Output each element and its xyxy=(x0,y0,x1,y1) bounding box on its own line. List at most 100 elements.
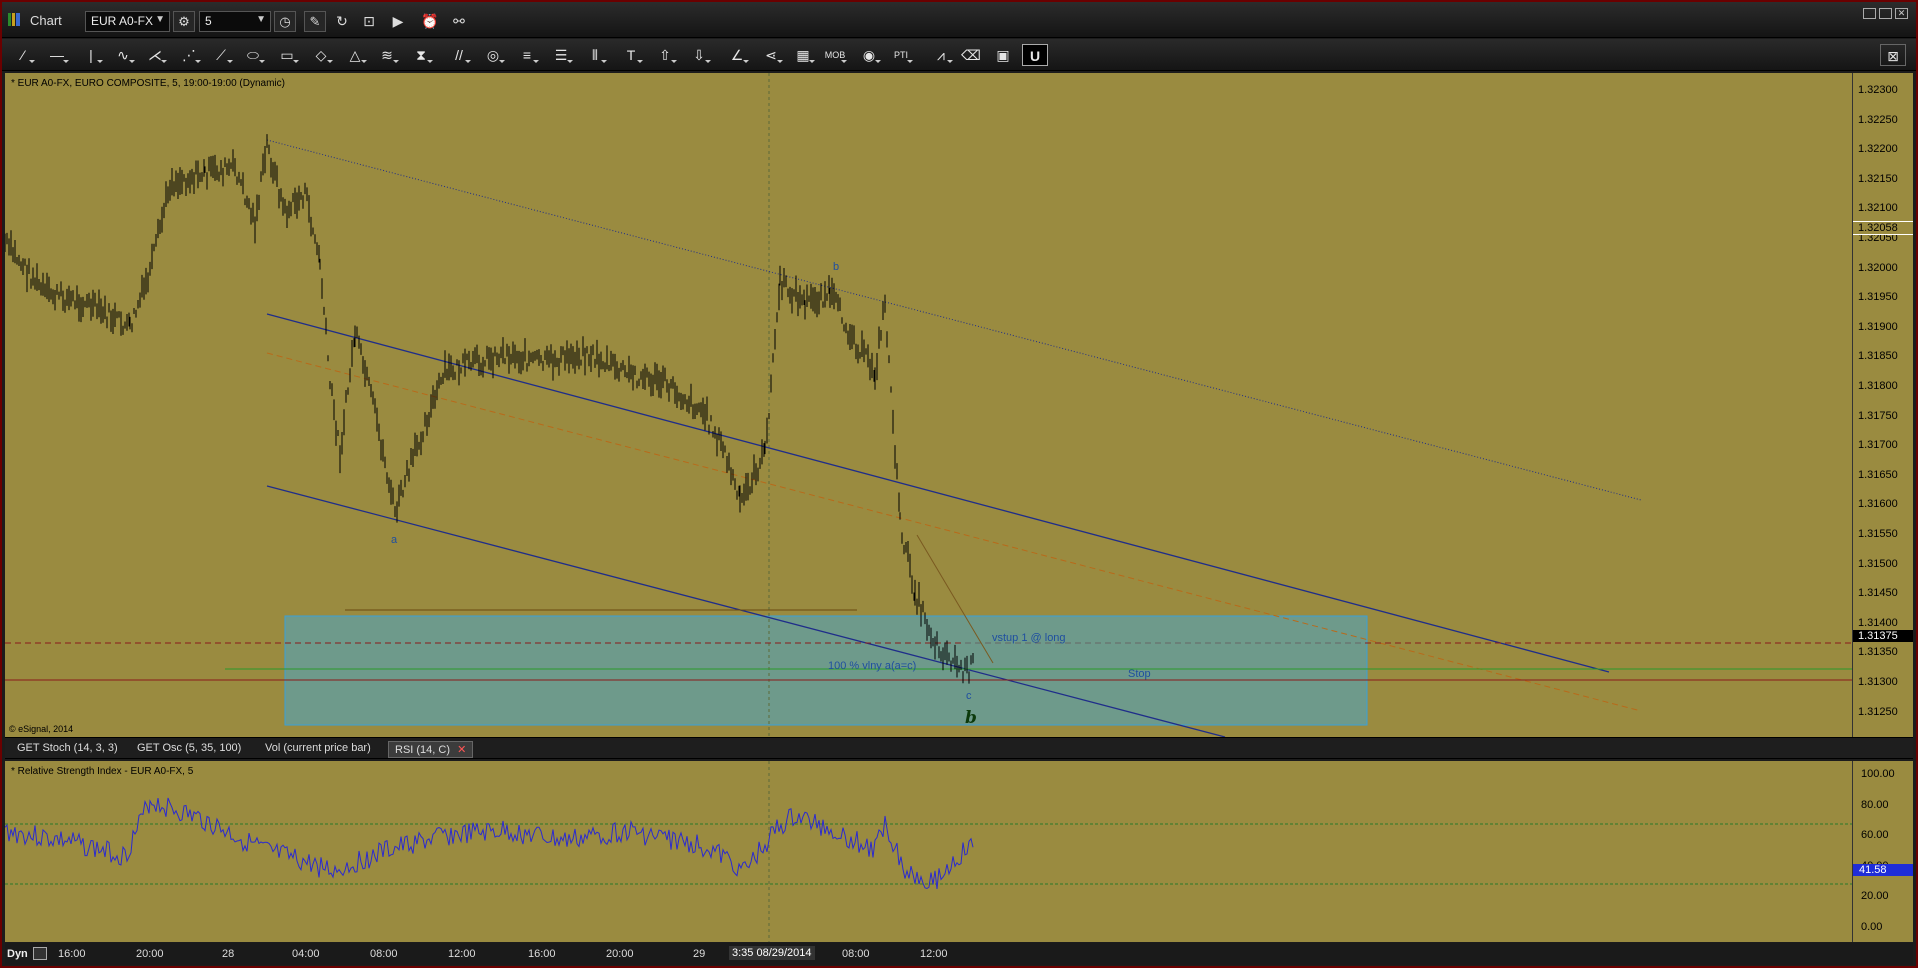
ellipse-tool-icon[interactable]: ⬭ xyxy=(240,44,266,66)
alert-icon[interactable]: ⏰ xyxy=(419,11,441,32)
chevron-down-icon[interactable]: ▼ xyxy=(256,14,266,25)
symbol-value: EUR A0-FX xyxy=(91,14,154,28)
price-marker-current: 1.31375 xyxy=(1853,630,1913,642)
price-tick-label: 1.32200 xyxy=(1858,143,1898,156)
price-tick-label: 1.31500 xyxy=(1858,557,1898,570)
settings-icon[interactable]: ⚙ xyxy=(173,11,195,32)
mob-tool-icon[interactable]: MOB xyxy=(822,44,848,66)
play-icon[interactable]: ▶ xyxy=(387,11,409,32)
arrow-up-icon[interactable]: ⇧ xyxy=(652,44,678,66)
rsi-tick-label: 80.00 xyxy=(1861,798,1889,811)
close-tab-icon[interactable]: ✕ xyxy=(457,744,466,756)
rsi-header: * Relative Strength Index - EUR A0-FX, 5 xyxy=(11,766,194,777)
price-tick-label: 1.31800 xyxy=(1858,380,1898,392)
channel-upper-dotted xyxy=(266,139,1642,501)
rsi-tick-label: 20.00 xyxy=(1861,890,1889,902)
price-tick-label: 1.32150 xyxy=(1858,172,1898,185)
price-tick-label: 1.32000 xyxy=(1858,261,1898,274)
rsi-tick-label: 0.00 xyxy=(1861,920,1883,933)
tab-rsi[interactable]: RSI (14, C) ✕ xyxy=(388,741,474,758)
wave-tool-icon[interactable]: ∿ xyxy=(110,44,136,66)
parallel-tool-icon[interactable]: // xyxy=(446,44,472,66)
dynamic-mode-label[interactable]: Dyn xyxy=(7,948,28,960)
options-icon[interactable]: ⊠ xyxy=(1880,44,1906,66)
time-label-1: 16:00 xyxy=(58,948,86,960)
price-tick-label: 1.31750 xyxy=(1858,409,1898,422)
price-tick-label: 1.31850 xyxy=(1858,350,1898,363)
text-tool-icon[interactable]: T xyxy=(618,44,644,66)
eraser-icon[interactable]: ⌫ xyxy=(958,44,984,66)
app-icon xyxy=(8,13,20,26)
price-tick-label: 1.31550 xyxy=(1858,528,1898,540)
horizontal-line-icon[interactable]: — xyxy=(44,44,70,66)
tab-rsi-label: RSI (14, C) xyxy=(395,744,451,756)
rsi-panel[interactable]: * Relative Strength Index - EUR A0-FX, 5 xyxy=(5,761,1852,942)
channel-tool-icon[interactable]: ≋ xyxy=(374,44,400,66)
wave-label-c: c xyxy=(966,690,972,702)
restore-icon[interactable] xyxy=(1863,8,1876,19)
link-icon[interactable]: ⚯ xyxy=(448,11,470,32)
tab-get-stoch[interactable]: GET Stoch (14, 3, 3) xyxy=(11,741,124,758)
vertical-line-icon[interactable]: | xyxy=(78,44,104,66)
rsi-axis[interactable]: 100.0080.0060.0040.0020.000.0041.58 xyxy=(1852,761,1913,942)
fib-extension-icon[interactable]: ☰ xyxy=(548,44,574,66)
time-label-6: 12:00 xyxy=(448,948,476,960)
time-label-3: 28 xyxy=(222,948,235,960)
angle-tool-icon[interactable]: ∠ xyxy=(724,44,750,66)
pencil-icon[interactable]: ✎ xyxy=(304,11,326,32)
close-icon[interactable]: ✕ xyxy=(1895,8,1908,19)
stop-label: Stop xyxy=(1128,668,1151,680)
eye-tool-icon[interactable]: ◉ xyxy=(856,44,882,66)
target-label: 100 % vlny a(a=c) xyxy=(828,660,917,672)
price-bars xyxy=(5,134,974,684)
fan-lines-icon[interactable]: ⋖ xyxy=(758,44,784,66)
price-chart[interactable]: * EUR A0-FX, EURO COMPOSITE, 5, 19:00-19… xyxy=(5,73,1852,737)
price-tick-label: 1.31700 xyxy=(1858,439,1898,452)
price-tick-label: 1.32100 xyxy=(1858,202,1898,215)
price-tick-label: 1.32250 xyxy=(1858,113,1898,126)
price-tick-label: 1.31350 xyxy=(1858,646,1898,659)
arrow-down-icon[interactable]: ⇩ xyxy=(686,44,712,66)
fork-tool-icon[interactable]: ⋌ xyxy=(142,44,168,66)
gann-tool-icon[interactable]: ⋰ xyxy=(176,44,202,66)
time-zones-icon[interactable]: ⦀ xyxy=(582,44,608,66)
rsi-line xyxy=(5,797,974,890)
refresh-icon[interactable]: ↻ xyxy=(331,11,353,32)
symbol-input[interactable]: EUR A0-FX ▼ xyxy=(85,11,170,32)
cycle-tool-icon[interactable]: ⧗ xyxy=(408,44,434,66)
elliott-tool-icon[interactable]: ⩘ xyxy=(928,44,954,66)
fib-retracement-icon[interactable]: ≡ xyxy=(514,44,540,66)
circle-tool-icon[interactable]: ◎ xyxy=(480,44,506,66)
maximize-icon[interactable] xyxy=(1879,8,1892,19)
comment-icon[interactable]: ▣ xyxy=(990,44,1016,66)
grid-tool-icon[interactable]: ▦ xyxy=(790,44,816,66)
fan-tool-icon[interactable]: ⟋ xyxy=(208,44,234,66)
copyright-label: © eSignal, 2014 xyxy=(9,724,74,734)
pti-tool-icon[interactable]: PTI xyxy=(888,44,914,66)
chart-window: Chart EUR A0-FX ▼ ⚙ 5 ▼ ◷ ✎ ↻ ⊡ ▶ ⏰ ⚯ ✕ ⁄ … xyxy=(0,0,1918,968)
rectangle-tool-icon[interactable]: ▭ xyxy=(274,44,300,66)
time-axis[interactable]: Dyn 16:00 20:00 28 04:00 08:00 12:00 16:… xyxy=(5,943,1913,965)
interval-input[interactable]: 5 ▼ xyxy=(199,11,271,32)
tab-get-osc[interactable]: GET Osc (5, 35, 100) xyxy=(131,741,247,758)
tab-vol[interactable]: Vol (current price bar) xyxy=(259,741,377,758)
study-tabs: GET Stoch (14, 3, 3) GET Osc (5, 35, 100… xyxy=(5,737,1913,759)
interval-value: 5 xyxy=(205,14,212,28)
replay-icon[interactable]: ⊡ xyxy=(358,11,380,32)
diamond-tool-icon[interactable]: ◇ xyxy=(308,44,334,66)
price-axis[interactable]: 1.32300 1.32250 1.32200 1.32150 1.32100 1.320… xyxy=(1852,73,1913,737)
magnet-icon[interactable]: U xyxy=(1022,44,1048,66)
rsi-tick-label: 60.00 xyxy=(1861,829,1889,841)
clock-icon[interactable]: ◷ xyxy=(274,11,296,32)
line-tool-icon[interactable]: ⁄ xyxy=(10,44,36,66)
time-label-4: 04:00 xyxy=(292,948,320,960)
price-tick-label: 1.31950 xyxy=(1858,291,1898,304)
rsi-current-value: 41.58 xyxy=(1853,864,1913,876)
time-label-5: 08:00 xyxy=(370,948,398,960)
price-marker-last-high: 1.32058 xyxy=(1853,221,1913,235)
chevron-down-icon[interactable]: ▼ xyxy=(155,14,165,25)
price-tick-label: 1.31900 xyxy=(1858,320,1898,333)
price-tick-label: 1.31650 xyxy=(1858,468,1898,481)
lock-icon[interactable] xyxy=(33,947,47,960)
triangle-tool-icon[interactable]: △ xyxy=(342,44,368,66)
